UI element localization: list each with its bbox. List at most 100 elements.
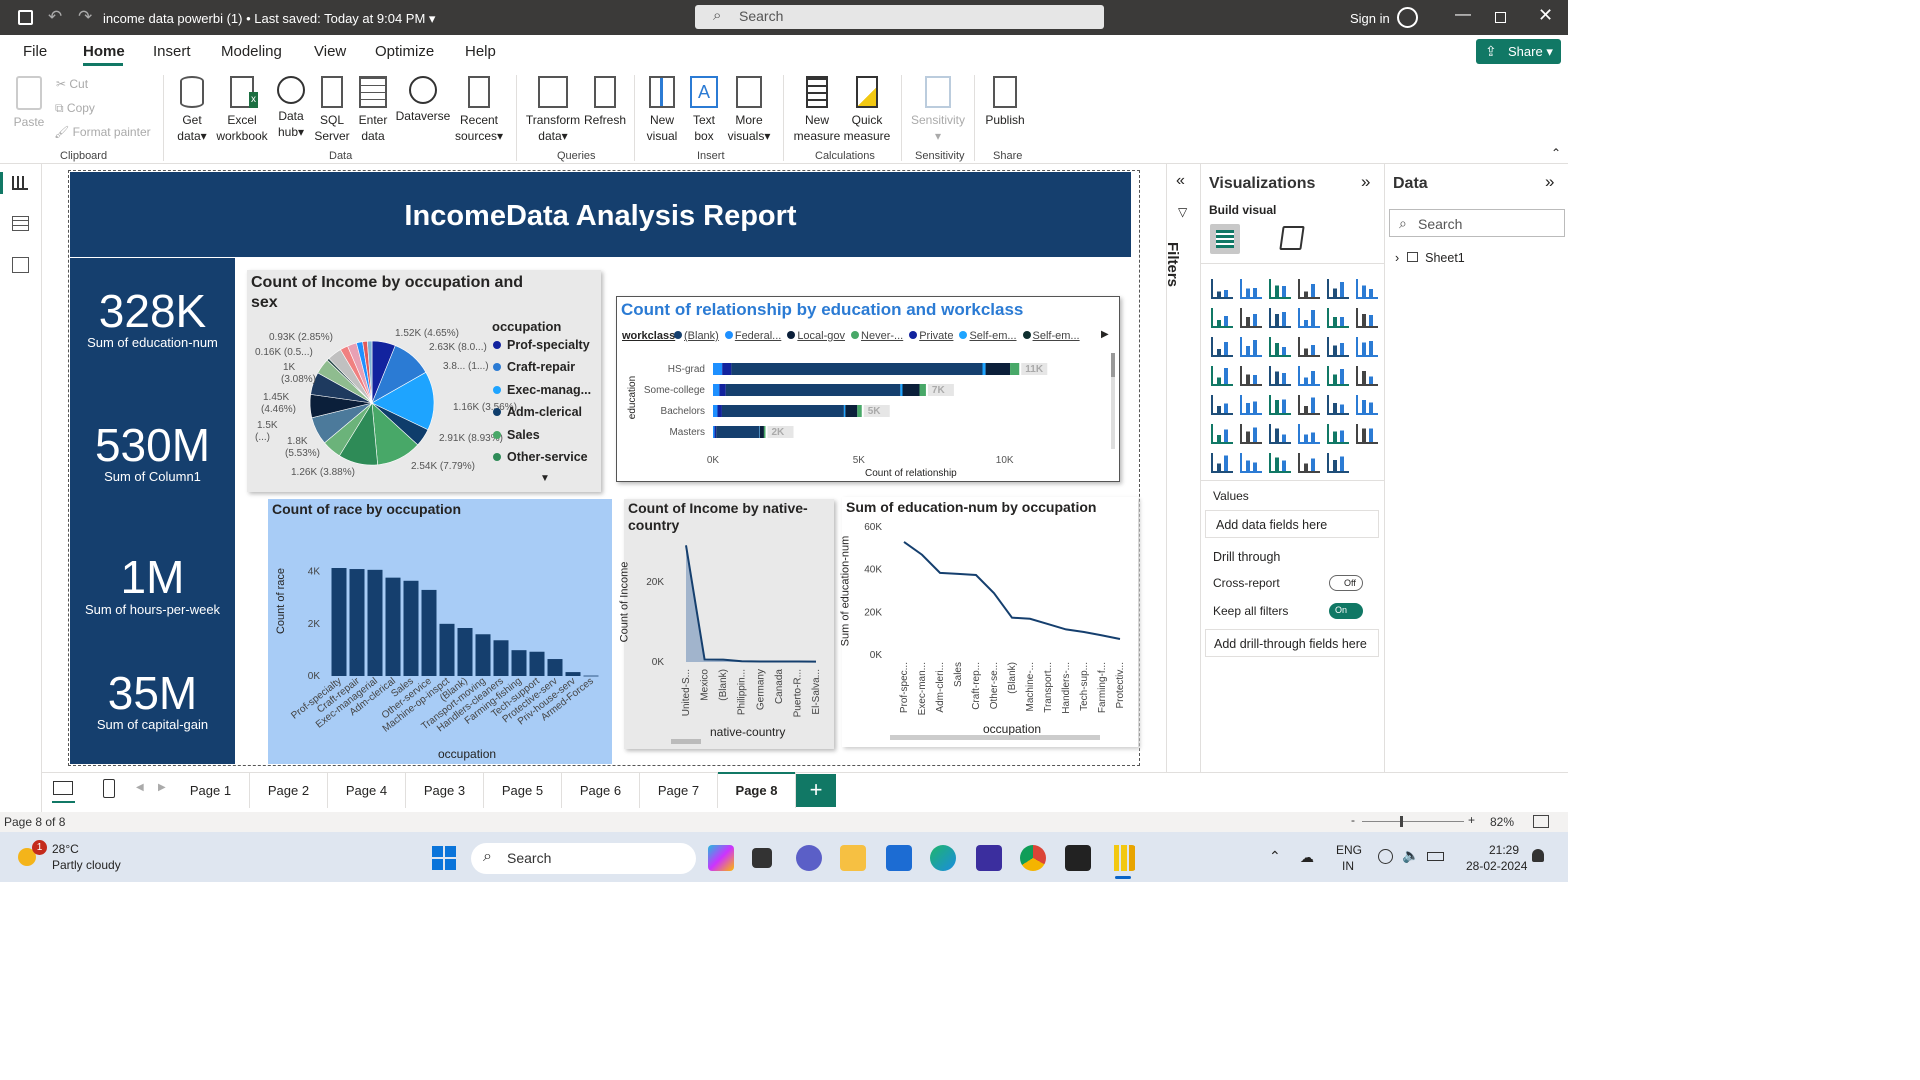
terminal-icon[interactable] [1065, 845, 1091, 871]
recent-sources-button[interactable]: Recent sources▾ [454, 76, 504, 144]
visual-type-icon[interactable] [1327, 453, 1349, 473]
visual-type-icon[interactable] [1240, 337, 1262, 357]
restore-icon[interactable] [1495, 12, 1506, 23]
task-view-icon[interactable] [752, 848, 772, 868]
visual-type-icon[interactable] [1269, 366, 1291, 386]
language-code[interactable]: ENG [1336, 843, 1362, 857]
clock-time[interactable]: 21:29 [1489, 843, 1519, 857]
pie-legend-item[interactable]: Prof-specialty [493, 338, 591, 360]
add-data-well[interactable]: Add data fields here [1205, 510, 1379, 538]
visual-type-icon[interactable] [1356, 337, 1378, 357]
copilot-icon[interactable] [708, 845, 734, 871]
expand-filters-icon[interactable]: « [1176, 172, 1185, 190]
battery-icon[interactable] [1427, 852, 1444, 861]
pie-legend-item[interactable]: Craft-repair [493, 360, 591, 382]
data-search-input[interactable]: ⌕ Search [1389, 209, 1565, 237]
zoom-in-icon[interactable]: + [1468, 813, 1475, 827]
format-painter-button[interactable]: 🖌 Format painter [54, 125, 151, 139]
chrome-icon[interactable] [1020, 845, 1046, 871]
visual-type-icon[interactable] [1356, 308, 1378, 328]
new-measure-button[interactable]: New measure [792, 76, 842, 144]
build-visual-tab-icon[interactable] [1210, 224, 1240, 254]
network-icon[interactable]: ☁ [1300, 849, 1314, 866]
mobile-layout-icon[interactable] [103, 779, 115, 798]
visual-type-icon[interactable] [1327, 279, 1349, 299]
zoom-out-icon[interactable]: - [1351, 813, 1355, 827]
document-title[interactable]: income data powerbi (1) • Last saved: To… [103, 11, 435, 27]
visual-type-icon[interactable] [1211, 424, 1233, 444]
visual-type-icon[interactable] [1327, 308, 1349, 328]
dataverse-button[interactable]: Dataverse [394, 76, 452, 124]
weather-widget[interactable]: 1 28°C Partly cloudy [16, 840, 126, 876]
keep-filters-toggle[interactable]: On [1329, 603, 1363, 619]
visual-type-icon[interactable] [1269, 308, 1291, 328]
transform-data-button[interactable]: Transform data▾ [524, 76, 582, 144]
sql-server-button[interactable]: SQL Server [312, 76, 352, 144]
visual-type-icon[interactable] [1211, 308, 1233, 328]
clock-date[interactable]: 28-02-2024 [1466, 859, 1527, 873]
visual-type-icon[interactable] [1298, 308, 1320, 328]
notification-bell-icon[interactable] [1532, 849, 1544, 862]
paste-button[interactable]: Paste [10, 76, 48, 130]
page-tab[interactable]: Page 2 [250, 772, 328, 808]
publish-button[interactable]: Publish [982, 76, 1028, 128]
zoom-level[interactable]: 82% [1490, 815, 1514, 829]
add-page-button[interactable]: + [796, 774, 836, 807]
visual-type-icon[interactable] [1240, 279, 1262, 299]
menu-insert[interactable]: Insert [153, 43, 191, 60]
refresh-button[interactable]: Refresh [582, 76, 628, 128]
visual-type-icon[interactable] [1240, 308, 1262, 328]
visual-type-icon[interactable] [1240, 424, 1262, 444]
visual-type-icon[interactable] [1269, 279, 1291, 299]
visual-type-icon[interactable] [1356, 279, 1378, 299]
visual-type-icon[interactable] [1240, 395, 1262, 415]
table-view-icon[interactable] [12, 216, 29, 231]
pie-legend-item[interactable]: Sales [493, 428, 591, 450]
powerbi-icon[interactable] [1110, 845, 1136, 871]
page-tab[interactable]: Page 8 [718, 772, 796, 808]
zoom-slider[interactable] [1362, 816, 1464, 827]
edge-icon[interactable] [930, 845, 956, 871]
pie-visual[interactable]: Count of Income by occupation and sex 1.… [247, 270, 601, 492]
taskbar-search[interactable]: ⌕ Search [471, 843, 696, 874]
pie-legend-item[interactable]: Other-service [493, 450, 591, 472]
visual-type-icon[interactable] [1211, 279, 1233, 299]
collapse-visualizations-icon[interactable]: » [1361, 172, 1370, 192]
next-page-icon[interactable]: ▶ [158, 782, 166, 793]
visual-type-icon[interactable] [1269, 395, 1291, 415]
excel-workbook-button[interactable]: x Excel workbook [214, 76, 270, 144]
format-visual-tab-icon[interactable] [1279, 226, 1305, 250]
account-icon[interactable] [1397, 7, 1418, 28]
visual-type-icon[interactable] [1356, 424, 1378, 444]
page-tab[interactable]: Page 5 [484, 772, 562, 808]
menu-optimize[interactable]: Optimize [375, 43, 434, 60]
race-visual[interactable]: Count of race by occupation Count of rac… [268, 499, 612, 764]
visual-type-icon[interactable] [1356, 366, 1378, 386]
app-icon[interactable] [976, 845, 1002, 871]
menu-view[interactable]: View [314, 43, 346, 60]
text-box-button[interactable]: A Text box [684, 76, 724, 144]
volume-icon[interactable]: 🔈 [1402, 847, 1419, 864]
visual-type-icon[interactable] [1356, 395, 1378, 415]
prev-page-icon[interactable]: ◀ [136, 782, 144, 793]
get-data-button[interactable]: Get data▾ [172, 76, 212, 144]
sensitivity-button[interactable]: Sensitivity ▾ [908, 76, 968, 144]
native-country-visual[interactable]: Count of Income by native-country Count … [618, 499, 834, 749]
teams-icon[interactable] [796, 845, 822, 871]
menu-modeling[interactable]: Modeling [221, 43, 282, 60]
menu-help[interactable]: Help [465, 43, 496, 60]
visual-type-icon[interactable] [1240, 366, 1262, 386]
cut-button[interactable]: ✂ Cut [56, 77, 88, 91]
visual-type-icon[interactable] [1269, 424, 1291, 444]
relationship-scrollbar[interactable] [1111, 353, 1115, 449]
visual-type-icon[interactable] [1298, 279, 1320, 299]
visual-type-icon[interactable] [1211, 395, 1233, 415]
visual-type-icon[interactable] [1298, 453, 1320, 473]
visual-type-icon[interactable] [1298, 424, 1320, 444]
sign-in-link[interactable]: Sign in [1350, 11, 1390, 26]
model-view-icon[interactable] [12, 257, 29, 273]
undo-icon[interactable]: ↶ [48, 7, 62, 27]
collapse-data-icon[interactable]: » [1545, 172, 1554, 192]
copy-button[interactable]: ⧉ Copy [55, 101, 95, 116]
native-scrollbar[interactable] [671, 739, 701, 744]
